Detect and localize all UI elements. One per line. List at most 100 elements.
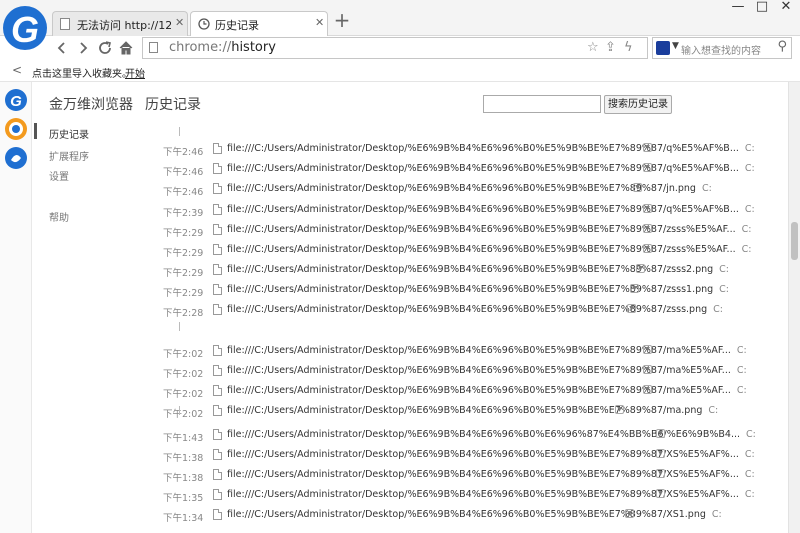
entry-domain: C: (719, 264, 730, 275)
history-entry[interactable]: 下午2:02 file:///C:/Users/Administrator/Des… (146, 362, 788, 382)
entry-link[interactable]: file:///C:/Users/Administrator/Desktop/%… (227, 143, 755, 154)
entry-link[interactable]: file:///C:/Users/Administrator/Desktop/%… (227, 304, 723, 315)
close-icon[interactable]: ✕ (175, 16, 184, 29)
history-entry[interactable]: 下午1:43 file:///C:/Users/Administrator/Des… (146, 426, 788, 446)
entry-link[interactable]: file:///C:/Users/Administrator/Desktop/%… (227, 449, 755, 460)
lightning-icon[interactable]: ϟ (624, 40, 633, 55)
scrollbar-thumb[interactable] (791, 222, 798, 260)
history-entry[interactable]: 下午2:29 file:///C:/Users/Administrator/Des… (146, 261, 788, 281)
history-entry[interactable]: 下午2:46 file:///C:/Users/Administrator/Des… (146, 180, 788, 200)
entry-link[interactable]: file:///C:/Users/Administrator/Desktop/%… (227, 224, 751, 235)
share-icon[interactable]: ⇪ (605, 40, 616, 55)
cloud-app-icon[interactable] (5, 147, 27, 169)
browser-app-icon[interactable]: G (5, 89, 27, 111)
entry-menu-button[interactable]: ▼ (643, 143, 652, 152)
history-entry[interactable]: 下午1:35 file:///C:/Users/Administrator/Des… (146, 486, 788, 506)
entry-menu-button[interactable]: ▼ (630, 284, 639, 293)
entry-link[interactable]: file:///C:/Users/Administrator/Desktop/%… (227, 405, 718, 416)
entry-link[interactable]: file:///C:/Users/Administrator/Desktop/%… (227, 385, 747, 396)
tab-unreachable[interactable]: 无法访问 http://123.gnwa ✕ (52, 11, 188, 36)
entry-link[interactable]: file:///C:/Users/Administrator/Desktop/%… (227, 244, 751, 255)
entry-menu-button[interactable]: ▼ (643, 385, 652, 394)
search-history-button[interactable]: 搜索历史记录 (604, 95, 672, 114)
page-title: 历史记录 (145, 97, 201, 113)
entry-menu-button[interactable]: ▼ (633, 183, 642, 192)
file-icon (213, 304, 222, 315)
close-icon[interactable]: ✕ (315, 16, 324, 29)
entry-link[interactable]: file:///C:/Users/Administrator/Desktop/%… (227, 284, 729, 295)
history-entry[interactable]: 下午2:02 file:///C:/Users/Administrator/Des… (146, 382, 788, 402)
entry-time: 下午2:46 (163, 187, 204, 198)
entry-domain: C: (744, 469, 755, 480)
history-entry[interactable]: 下午2:29 file:///C:/Users/Administrator/Des… (146, 241, 788, 261)
entry-menu-button[interactable]: ▼ (656, 489, 665, 498)
entry-menu-button[interactable]: ▼ (656, 469, 665, 478)
entry-link[interactable]: file:///C:/Users/Administrator/Desktop/%… (227, 489, 755, 500)
entry-menu-button[interactable]: ▼ (656, 429, 665, 438)
entry-link[interactable]: file:///C:/Users/Administrator/Desktop/%… (227, 163, 755, 174)
star-icon[interactable]: ☆ (587, 40, 599, 55)
entry-domain: C: (744, 204, 755, 215)
entry-link[interactable]: file:///C:/Users/Administrator/Desktop/%… (227, 365, 747, 376)
history-search-input[interactable] (483, 95, 601, 113)
promo-app-icon[interactable] (5, 118, 27, 140)
entry-menu-button[interactable]: ▼ (625, 509, 634, 518)
entry-time: 下午2:46 (163, 147, 204, 158)
browser-logo[interactable]: G (0, 0, 50, 66)
back-button[interactable] (53, 38, 71, 58)
history-entry[interactable]: 下午2:02 file:///C:/Users/Administrator/Des… (146, 342, 788, 362)
history-entry[interactable]: 下午2:28 file:///C:/Users/Administrator/Des… (146, 301, 788, 321)
entry-link[interactable]: file:///C:/Users/Administrator/Desktop/%… (227, 509, 722, 520)
entry-time: 下午2:02 (163, 389, 204, 400)
start-link[interactable]: 开始 (125, 65, 145, 80)
chevron-down-icon[interactable]: ▼ (672, 41, 679, 51)
file-icon (213, 509, 222, 520)
history-entry[interactable]: 下午2:29 file:///C:/Users/Administrator/Des… (146, 221, 788, 241)
entry-menu-button[interactable]: ▼ (656, 449, 665, 458)
entry-link[interactable]: file:///C:/Users/Administrator/Desktop/%… (227, 429, 756, 440)
entry-menu-button[interactable]: ▼ (627, 304, 636, 313)
tab-history[interactable]: 历史记录 ✕ (190, 11, 328, 37)
tab-title: 历史记录 (215, 19, 259, 32)
entry-menu-button[interactable]: ▼ (643, 345, 652, 354)
new-tab-button[interactable]: + (333, 10, 351, 30)
history-entry[interactable]: 下午2:46 file:///C:/Users/Administrator/Des… (146, 160, 788, 180)
reload-button[interactable] (96, 38, 114, 58)
nav-item-history[interactable]: 历史记录 (49, 126, 89, 141)
clock-icon (198, 18, 210, 30)
history-entry[interactable]: 下午1:38 file:///C:/Users/Administrator/Des… (146, 466, 788, 486)
home-button[interactable] (117, 38, 135, 58)
entry-link[interactable]: file:///C:/Users/Administrator/Desktop/%… (227, 204, 755, 215)
history-entry[interactable]: 下午1:34 file:///C:/Users/Administrator/Des… (146, 506, 788, 526)
entry-menu-button[interactable]: ▼ (643, 163, 652, 172)
search-box[interactable]: ▼ 输入想查找的内容 ⚲ (652, 37, 792, 59)
forward-button[interactable] (74, 38, 92, 58)
entry-link[interactable]: file:///C:/Users/Administrator/Desktop/%… (227, 264, 729, 275)
nav-item-settings[interactable]: 设置 (49, 168, 69, 183)
history-entry[interactable]: 下午2:02 file:///C:/Users/Administrator/Des… (146, 402, 788, 422)
maximize-button[interactable]: □ (750, 0, 774, 16)
nav-item-extensions[interactable]: 扩展程序 (49, 148, 89, 163)
history-entry[interactable]: 下午2:46 file:///C:/Users/Administrator/Des… (146, 140, 788, 160)
search-icon[interactable]: ⚲ (777, 39, 787, 54)
address-bar[interactable]: chrome://history ☆ ⇪ ϟ (142, 37, 648, 59)
entry-menu-button[interactable]: ▼ (643, 244, 652, 253)
entry-menu-button[interactable]: ▼ (643, 224, 652, 233)
history-entry[interactable]: 下午2:29 file:///C:/Users/Administrator/Des… (146, 281, 788, 301)
nav-item-help[interactable]: 帮助 (49, 209, 69, 224)
entry-domain: C: (708, 405, 719, 416)
entry-link[interactable]: file:///C:/Users/Administrator/Desktop/%… (227, 469, 755, 480)
entry-menu-button[interactable]: ▼ (615, 405, 624, 414)
entry-menu-button[interactable]: ▼ (643, 365, 652, 374)
entry-menu-button[interactable]: ▼ (643, 204, 652, 213)
history-entry[interactable]: 下午2:39 file:///C:/Users/Administrator/Des… (146, 201, 788, 221)
scrollbar[interactable] (788, 82, 800, 533)
entry-domain: C: (744, 489, 755, 500)
history-entry[interactable]: 下午1:38 file:///C:/Users/Administrator/Des… (146, 446, 788, 466)
entry-time: 下午1:34 (163, 513, 204, 524)
entry-menu-button[interactable]: ▼ (636, 264, 645, 273)
search-engine-icon[interactable] (656, 41, 670, 55)
close-window-button[interactable]: ✕ (774, 0, 798, 16)
entry-link[interactable]: file:///C:/Users/Administrator/Desktop/%… (227, 345, 747, 356)
minimize-button[interactable]: — (726, 0, 750, 16)
